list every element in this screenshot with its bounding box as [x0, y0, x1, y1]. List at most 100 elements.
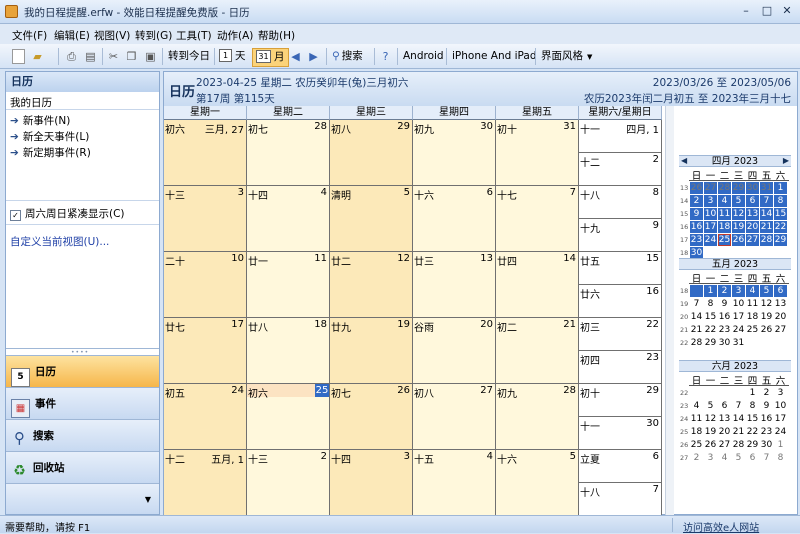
- mini-day[interactable]: 2: [718, 285, 731, 297]
- new-recurring-event-link[interactable]: ➔ 新定期事件(R): [10, 145, 91, 160]
- mini-day[interactable]: 4: [718, 452, 731, 464]
- day-cell[interactable]: 初二 21: [496, 318, 579, 384]
- mini-day[interactable]: 5: [704, 400, 717, 412]
- minimize-button[interactable]: –: [735, 3, 757, 19]
- nav-overflow-button[interactable]: ▼: [6, 483, 159, 514]
- weekend-day-cell[interactable]: 十一 四月, 1: [579, 120, 662, 153]
- mini-day[interactable]: 7: [760, 452, 773, 464]
- weekend-day-cell[interactable]: 廿五 15: [579, 252, 662, 285]
- day-cell[interactable]: 初十 31: [496, 120, 579, 186]
- mini-day[interactable]: 25: [746, 324, 759, 336]
- compact-weekend-checkbox[interactable]: ✓ 周六周日紧凑显示(C): [10, 206, 125, 221]
- menu-file[interactable]: 文件(F): [12, 28, 47, 43]
- mini-day[interactable]: 14: [732, 413, 745, 425]
- mini-day[interactable]: 12: [732, 208, 745, 220]
- mini-day[interactable]: 19: [704, 426, 717, 438]
- mini-day[interactable]: 23: [718, 324, 731, 336]
- mini-day[interactable]: 7: [760, 195, 773, 207]
- day-cell[interactable]: 谷雨 20: [413, 318, 496, 384]
- mini-day[interactable]: 15: [774, 208, 787, 220]
- nav-search-button[interactable]: ⚲ 搜索: [6, 419, 159, 451]
- mini-day[interactable]: 4: [718, 195, 731, 207]
- cut-icon[interactable]: ✂: [106, 49, 121, 64]
- mini-day[interactable]: 12: [704, 413, 717, 425]
- mini-day[interactable]: 6: [746, 195, 759, 207]
- day-cell[interactable]: 清明 5: [330, 186, 413, 252]
- mini-day[interactable]: 1: [746, 387, 759, 399]
- day-cell[interactable]: 初九 28: [496, 384, 579, 450]
- day-cell[interactable]: 十六 5: [496, 450, 579, 516]
- mini-day[interactable]: 17: [774, 413, 787, 425]
- month-view-button[interactable]: 31 月: [252, 48, 289, 67]
- weekend-day-cell[interactable]: 十八 7: [579, 483, 662, 516]
- mini-day[interactable]: 23: [760, 426, 773, 438]
- mini-day[interactable]: 6: [718, 400, 731, 412]
- mini-day[interactable]: 26: [690, 182, 703, 194]
- mini-day[interactable]: 6: [774, 285, 787, 297]
- day-cell[interactable]: 十三 2: [247, 450, 330, 516]
- weekend-day-cell[interactable]: 初三 22: [579, 318, 662, 351]
- open-folder-icon[interactable]: ▰: [30, 49, 45, 64]
- next-month-icon[interactable]: ▶: [783, 155, 789, 167]
- mini-day[interactable]: 13: [746, 208, 759, 220]
- day-cell[interactable]: 十二 五月, 1: [164, 450, 247, 516]
- mini-day[interactable]: 27: [718, 439, 731, 451]
- day-cell[interactable]: 初七 26: [330, 384, 413, 450]
- mini-day[interactable]: 10: [732, 298, 745, 310]
- mini-day[interactable]: 31: [732, 337, 745, 349]
- mini-day[interactable]: 21: [690, 324, 703, 336]
- close-button[interactable]: ✕: [776, 3, 798, 19]
- mini-day[interactable]: 3: [704, 452, 717, 464]
- mini-day[interactable]: 27: [704, 182, 717, 194]
- mini-day[interactable]: 6: [746, 452, 759, 464]
- paste-icon[interactable]: ▣: [143, 49, 158, 64]
- menu-action[interactable]: 动作(A): [217, 28, 253, 43]
- mini-day[interactable]: 1: [704, 285, 717, 297]
- mini-day[interactable]: 15: [704, 311, 717, 323]
- day-cell[interactable]: 廿八 18: [247, 318, 330, 384]
- mini-day[interactable]: 26: [732, 234, 745, 246]
- new-file-icon[interactable]: [12, 49, 25, 64]
- mini-day[interactable]: 24: [774, 426, 787, 438]
- mini-day[interactable]: 1: [774, 439, 787, 451]
- mini-day[interactable]: 13: [774, 298, 787, 310]
- mini-day[interactable]: 2: [760, 387, 773, 399]
- mini-day[interactable]: 31: [760, 182, 773, 194]
- search-button[interactable]: ⚲ 搜索: [332, 48, 363, 65]
- my-calendar-link[interactable]: 我的日历: [10, 95, 52, 110]
- mini-day[interactable]: 22: [704, 324, 717, 336]
- day-cell-today[interactable]: 初六 25: [247, 384, 330, 450]
- mini-day[interactable]: 10: [774, 400, 787, 412]
- mini-day[interactable]: 3: [774, 387, 787, 399]
- day-cell[interactable]: 十五 4: [413, 450, 496, 516]
- mini-day[interactable]: 14: [690, 311, 703, 323]
- mini-day[interactable]: 11: [718, 208, 731, 220]
- print-preview-icon[interactable]: ▤: [83, 49, 98, 64]
- mini-day[interactable]: 30: [718, 337, 731, 349]
- weekend-day-cell[interactable]: 廿六 16: [579, 285, 662, 318]
- mini-day[interactable]: 24: [732, 324, 745, 336]
- day-cell[interactable]: 廿一 11: [247, 252, 330, 318]
- weekend-day-cell[interactable]: 十一 30: [579, 417, 662, 450]
- mini-day[interactable]: 27: [746, 234, 759, 246]
- new-allday-event-link[interactable]: ➔ 新全天事件(L): [10, 129, 89, 144]
- mini-day[interactable]: 30: [760, 439, 773, 451]
- menu-view[interactable]: 视图(V): [94, 28, 130, 43]
- mini-day[interactable]: 3: [704, 195, 717, 207]
- weekend-day-cell[interactable]: 十八 8: [579, 186, 662, 219]
- mini-day[interactable]: 11: [746, 298, 759, 310]
- goto-today-button[interactable]: 转到今日: [168, 48, 210, 65]
- day-cell[interactable]: 二十 10: [164, 252, 247, 318]
- mini-day[interactable]: 25: [718, 234, 731, 246]
- day-cell[interactable]: 十四 4: [247, 186, 330, 252]
- mini-day[interactable]: 18: [718, 221, 731, 233]
- mini-day[interactable]: 16: [760, 413, 773, 425]
- mini-day[interactable]: 25: [690, 439, 703, 451]
- new-event-link[interactable]: ➔ 新事件(N): [10, 113, 70, 128]
- mini-day[interactable]: 17: [732, 311, 745, 323]
- mini-day[interactable]: 19: [760, 311, 773, 323]
- mini-day[interactable]: 13: [718, 413, 731, 425]
- mini-day[interactable]: 9: [760, 400, 773, 412]
- next-arrow-icon[interactable]: ▶: [306, 49, 321, 64]
- day-cell[interactable]: 初八 27: [413, 384, 496, 450]
